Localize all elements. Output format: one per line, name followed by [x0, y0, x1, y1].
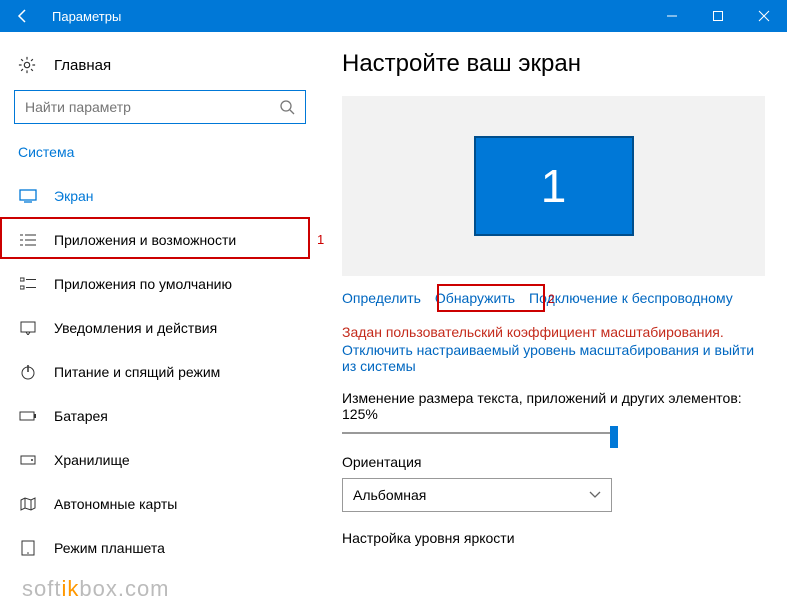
- page-title: Настройте ваш экран: [342, 50, 765, 78]
- nav-notifications[interactable]: Уведомления и действия: [0, 306, 320, 350]
- scale-slider[interactable]: [342, 432, 765, 434]
- nav-label: Режим планшета: [54, 540, 165, 556]
- nav-power[interactable]: Питание и спящий режим: [0, 350, 320, 394]
- disable-scaling-link[interactable]: Отключить настраиваемый уровень масштаби…: [342, 342, 765, 374]
- home-label: Главная: [54, 57, 111, 74]
- orientation-label: Ориентация: [342, 454, 765, 470]
- window-title: Параметры: [46, 9, 649, 24]
- close-button[interactable]: [741, 0, 787, 32]
- detect-link[interactable]: Обнаружить: [435, 290, 515, 306]
- category-label: Система: [0, 144, 320, 174]
- content: Настройте ваш экран 1 Определить Обнаруж…: [320, 32, 787, 616]
- wireless-link[interactable]: Подключение к беспроводному: [529, 290, 733, 306]
- scale-label: Изменение размера текста, приложений и д…: [342, 390, 765, 422]
- home-link[interactable]: Главная: [0, 50, 320, 90]
- default-apps-icon: [18, 277, 38, 291]
- identify-link[interactable]: Определить: [342, 290, 421, 306]
- maps-icon: [18, 497, 38, 511]
- nav-battery[interactable]: Батарея: [0, 394, 320, 438]
- brightness-label: Настройка уровня яркости: [342, 530, 765, 546]
- nav-label: Уведомления и действия: [54, 320, 217, 336]
- nav-maps[interactable]: Автономные карты: [0, 482, 320, 526]
- nav-label: Хранилище: [54, 452, 130, 468]
- main-area: Главная Система Экран Приложения и возмо…: [0, 32, 787, 616]
- scaling-warning: Задан пользовательский коэффициент масшт…: [342, 324, 765, 340]
- nav-label: Приложения и возможности: [54, 232, 236, 248]
- display-icon: [18, 189, 38, 203]
- nav-storage[interactable]: Хранилище: [0, 438, 320, 482]
- notification-icon: [18, 321, 38, 335]
- storage-icon: [18, 454, 38, 466]
- display-1[interactable]: 1: [474, 136, 634, 236]
- tablet-icon: [18, 540, 38, 556]
- nav-label: Приложения по умолчанию: [54, 276, 232, 292]
- list-icon: [18, 233, 38, 247]
- orientation-value: Альбомная: [353, 487, 426, 503]
- nav-apps[interactable]: Приложения и возможности: [0, 218, 320, 262]
- sidebar: Главная Система Экран Приложения и возмо…: [0, 32, 320, 616]
- titlebar: Параметры: [0, 0, 787, 32]
- nav-label: Экран: [54, 188, 94, 204]
- search-wrap: [14, 90, 306, 124]
- minimize-button[interactable]: [649, 0, 695, 32]
- chevron-down-icon: [589, 491, 601, 499]
- search-input[interactable]: [25, 99, 279, 115]
- display-actions: Определить Обнаружить Подключение к бесп…: [342, 290, 765, 306]
- display-number: 1: [541, 159, 567, 213]
- nav-label: Питание и спящий режим: [54, 364, 220, 380]
- power-icon: [18, 364, 38, 380]
- slider-thumb[interactable]: [610, 426, 618, 448]
- nav-tablet[interactable]: Режим планшета: [0, 526, 320, 570]
- back-button[interactable]: [0, 0, 46, 32]
- battery-icon: [18, 410, 38, 422]
- nav-label: Батарея: [54, 408, 108, 424]
- search-box[interactable]: [14, 90, 306, 124]
- orientation-select[interactable]: Альбомная: [342, 478, 612, 512]
- slider-track: [342, 432, 612, 434]
- nav-display[interactable]: Экран: [0, 174, 320, 218]
- display-preview: 1: [342, 96, 765, 276]
- nav-default-apps[interactable]: Приложения по умолчанию: [0, 262, 320, 306]
- nav-label: Автономные карты: [54, 496, 177, 512]
- gear-icon: [18, 56, 38, 74]
- maximize-button[interactable]: [695, 0, 741, 32]
- search-icon: [279, 99, 295, 115]
